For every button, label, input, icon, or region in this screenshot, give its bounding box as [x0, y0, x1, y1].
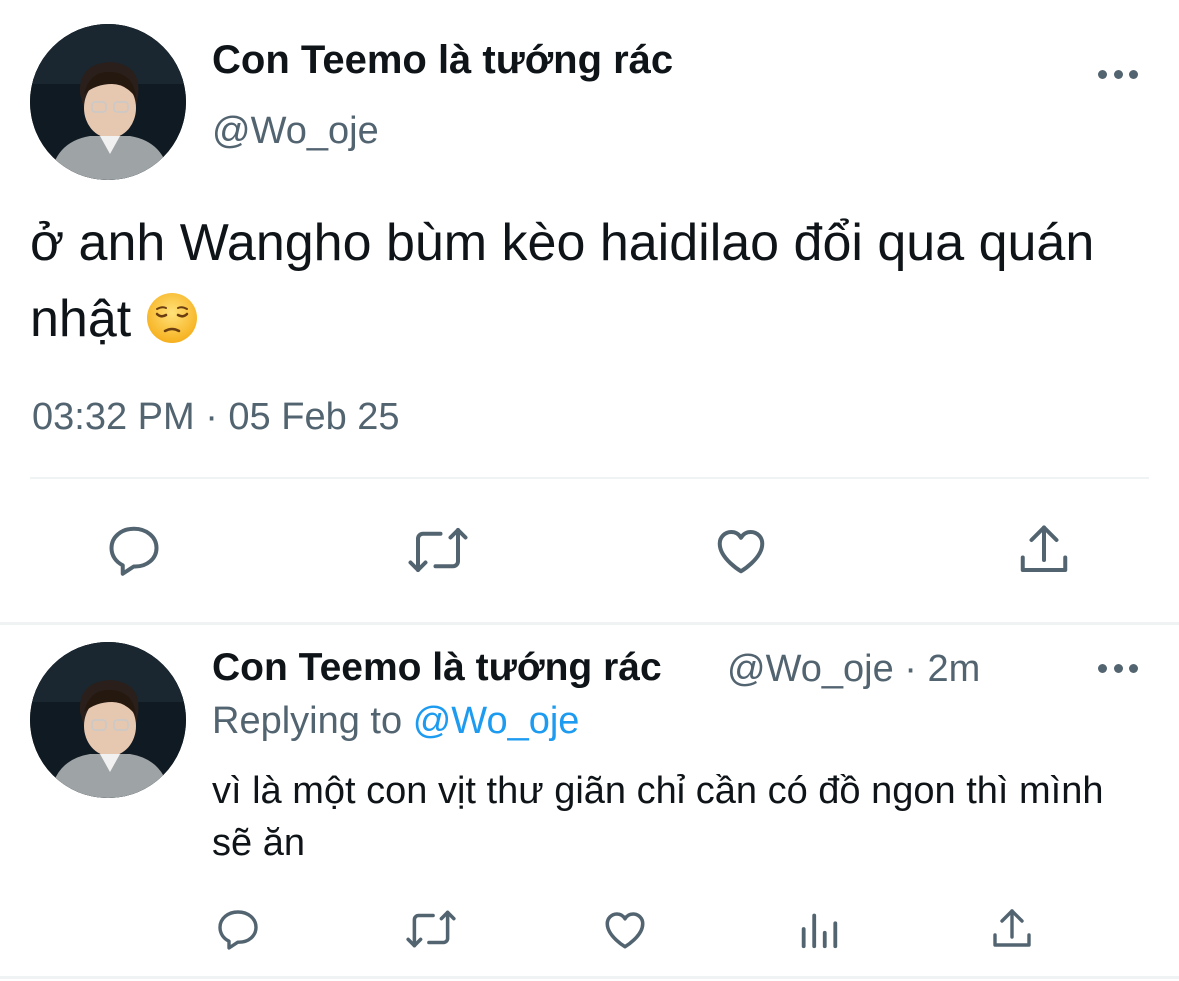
tweet-timestamp[interactable]: 03:32 PM · 05 Feb 25 — [32, 396, 400, 439]
reply-handle-text[interactable]: @Wo_oje — [727, 648, 894, 690]
reply-age[interactable]: 2m — [928, 648, 981, 690]
reply-share-icon[interactable] — [988, 904, 1036, 954]
more-options-icon[interactable] — [1098, 68, 1138, 80]
reply-retweet-icon[interactable] — [404, 904, 458, 954]
avatar[interactable] — [30, 24, 186, 180]
share-icon[interactable] — [1014, 520, 1074, 580]
tweet-text: ở anh Wangho bùm kèo haidilao đổi qua qu… — [30, 205, 1130, 357]
reply-more-options-icon[interactable] — [1098, 662, 1138, 674]
meta-separator: · — [904, 648, 917, 690]
display-name[interactable]: Con Teemo là tướng rác — [212, 38, 673, 83]
reply-avatar[interactable] — [30, 642, 186, 798]
reply-text: vì là một con vịt thư giãn chỉ cần có đồ… — [212, 770, 1104, 864]
replying-to: Replying to @Wo_oje — [212, 700, 579, 743]
reply-display-name[interactable]: Con Teemo là tướng rác — [212, 646, 662, 690]
reply-icon[interactable] — [104, 520, 164, 580]
divider — [30, 477, 1149, 479]
replying-to-label: Replying to — [212, 700, 403, 742]
retweet-icon[interactable] — [405, 520, 471, 580]
user-handle[interactable]: @Wo_oje — [212, 110, 379, 153]
bottom-divider — [0, 976, 1179, 979]
reply-user-handle[interactable]: @Wo_oje · 2m — [727, 648, 980, 691]
like-icon[interactable] — [710, 520, 772, 580]
replying-to-handle-link[interactable]: @Wo_oje — [413, 700, 580, 742]
section-divider — [0, 622, 1179, 625]
analytics-icon[interactable] — [796, 904, 842, 954]
pensive-face-icon — [146, 289, 198, 343]
reply-reply-icon[interactable] — [214, 904, 262, 954]
reply-like-icon[interactable] — [600, 904, 650, 954]
